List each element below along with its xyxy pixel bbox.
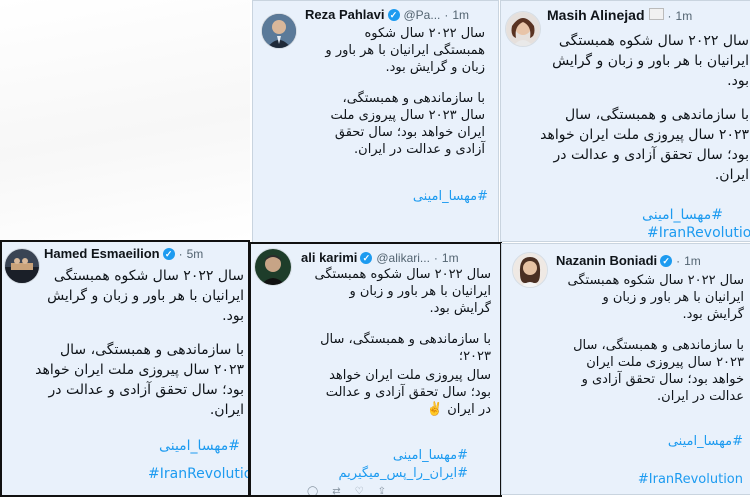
author-name[interactable]: Hamed Esmaeilion [44,246,160,261]
tweet-paragraph-2: با سازماندهی و همبستگی، سال ۲۰۲۳ سال پیر… [330,91,485,157]
tweet-paragraph-1: سال ۲۰۲۲ سال شکوه همبستگی ایرانیان با هر… [325,26,485,75]
tweet-body: سال ۲۰۲۲ سال شکوه همبستگی ایرانیان با هر… [311,266,492,432]
tweet-paragraph-2: با سازماندهی و همبستگی، سال ۲۰۲۳ سال پیر… [540,107,749,183]
tweet-time: 1m [684,254,701,268]
tweet-header-masih: Masih Alinejad · 1m [547,7,692,23]
tweet-card-nazanin-boniadi[interactable]: Nazanin Boniadi ✓ · 1m سال ۲۰۲۲ سال شکوه هم… [501,243,750,495]
tweet-paragraph-2a: با سازماندهی و همبستگی، سال ۲۰۲۳؛ [320,332,491,364]
tweet-card-reza-pahlavi[interactable]: Reza Pahlavi ✓ @Pa... · 1m سال ۲۰۲۲ سال شکوه… [252,0,499,264]
tweet-paragraph-1: سال ۲۰۲۲ سال شکوه همبستگی ایرانیان با هر… [567,273,745,322]
tweet-header-ali: ali karimi ✓ @alikari... · 1m [301,250,459,265]
tweet-paragraph-2: با سازماندهی و همبستگی، سال ۲۰۲۳ سال پیر… [35,342,244,418]
flag-icon [648,8,664,20]
hashtag-mahsa-amini[interactable]: #مهسا_امینی [642,207,723,223]
verified-badge-icon: ✓ [360,252,373,264]
tweet-body: سال ۲۰۲۲ سال شکوه همبستگی ایرانیان با هر… [539,31,749,199]
tweet-body: سال ۲۰۲۲ سال شکوه همبستگی ایرانیان با هر… [562,272,745,419]
tweet-card-masih-alinejad[interactable]: Masih Alinejad · 1m سال ۲۰۲۲ سال شکوه همبس… [500,0,750,242]
hashtag-iran-revolution[interactable]: #IranRevolution [647,225,750,241]
tweet-paragraph-1: سال ۲۰۲۲ سال شکوه همبستگی ایرانیان با هر… [552,33,749,89]
hashtag-iran-revolution[interactable]: #IranRevolution [148,466,248,482]
share-icon[interactable]: ⇪ [378,486,400,495]
tweet-header-nazanin: Nazanin Boniadi ✓ · 1m [556,253,701,268]
tweet-paragraph-1: سال ۲۰۲۲ سال شکوه همبستگی ایرانیان با هر… [314,267,492,316]
verified-badge-icon: ✓ [660,255,673,267]
separator-dot: · [676,254,681,268]
tweet-card-ali-karimi[interactable]: ali karimi ✓ @alikari... · 1m سال ۲۰۲۲ سال ش… [249,242,502,497]
author-name[interactable]: Reza Pahlavi [305,7,385,22]
author-name[interactable]: ali karimi [301,250,357,265]
avatar-nazanin-boniadi[interactable] [512,252,548,288]
hashtag-mahsa-amini[interactable]: #مهسا_امینی [413,189,488,204]
separator-dot: · [433,251,438,265]
separator-dot: · [178,247,183,261]
author-handle: @Pa... [403,8,441,22]
verified-badge-icon: ✓ [162,248,175,260]
avatar-reza-pahlavi[interactable] [261,13,297,49]
author-name[interactable]: Nazanin Boniadi [556,253,657,268]
tweet-time: 5m [186,247,204,261]
reply-icon[interactable]: ◯ [307,486,332,495]
tweet-time: 1m [452,8,470,22]
avatar-ali-karimi[interactable] [254,248,292,286]
tweet-time: 1m [441,251,459,265]
author-name[interactable]: Masih Alinejad [547,7,645,23]
tweet-paragraph-1: سال ۲۰۲۲ سال شکوه همبستگی ایرانیان با هر… [47,268,244,324]
tweet-body: سال ۲۰۲۲ سال شکوه همبستگی ایرانیان با هر… [325,25,485,172]
tweet-time: 1m [675,9,693,23]
background-paper [0,0,250,240]
hashtag-mahsa-amini[interactable]: #مهسا_امینی [393,448,468,463]
tweet-paragraph-2: با سازماندهی و همبستگی، سال ۲۰۲۳ سال پیر… [573,338,744,404]
hashtag-iran-revolution[interactable]: #IranRevolution [638,472,743,487]
hashtag-mahsa-amini[interactable]: #مهسا_امینی [159,438,240,454]
tweet-paragraph-2b: سال پیروزی ملت ایران خواهد بود؛ سال تحقق… [325,368,491,417]
tweet-header-hamed: Hamed Esmaeilion ✓ · 5m [44,246,203,261]
hashtag-iran-ra-pas-migirim[interactable]: #ایران_را_پس_میگیریم [339,466,468,481]
hashtag-mahsa-amini[interactable]: #مهسا_امینی [668,434,743,449]
retweet-icon[interactable]: ⇄ [332,486,354,495]
verified-badge-icon: ✓ [387,9,400,21]
author-handle: @alikari... [376,251,430,265]
tweet-card-hamed-esmaeilion[interactable]: Hamed Esmaeilion ✓ · 5m سال ۲۰۲۲ سال شکوه ه… [0,240,250,497]
like-icon[interactable]: ♡ [355,486,378,495]
tweet-body: سال ۲۰۲۲ سال شکوه همبستگی ایرانیان با هر… [32,266,244,434]
separator-dot: · [667,9,672,23]
tweet-actions: ◯⇄♡⇪ [307,486,400,495]
tweet-header-reza: Reza Pahlavi ✓ @Pa... · 1m [305,7,469,22]
avatar-masih-alinejad[interactable] [505,11,541,47]
separator-dot: · [444,8,449,22]
